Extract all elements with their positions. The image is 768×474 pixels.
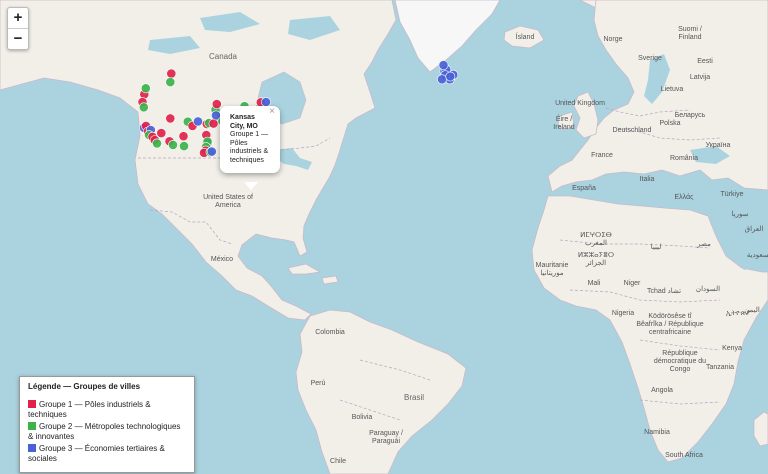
legend-item-group-3: Groupe 3 — Économies tertiaires & social… [28,444,186,464]
label-mauritanie: Mauritanie موريتانيا [535,262,569,277]
label-maroc: ⵍⵎⵖⵔⵉⴱ المغرب [580,232,612,247]
city-marker-group-3[interactable] [445,71,456,82]
label-niger: Niger [623,280,641,287]
city-marker-group-1[interactable] [156,128,167,138]
label-canada: Canada [208,52,238,61]
city-marker-group-1[interactable] [165,113,176,124]
label-espana: España [572,185,596,192]
label-nigeria: Nigeria [611,310,635,317]
label-saudi: السعودية [746,252,768,259]
label-ellas: Ελλάς [674,194,694,201]
label-turkiye: Türkiye [720,191,744,198]
label-tchad: Tchad تشاد [646,288,682,295]
label-angola: Angola [651,387,673,394]
zoom-control: + − [7,7,29,50]
city-marker-group-2[interactable] [165,77,176,87]
legend-swatch-group-1 [28,400,36,408]
city-marker-group-2[interactable] [168,139,178,150]
label-romania: România [669,155,699,162]
label-lietuva: Lietuva [660,86,684,93]
label-france: France [591,152,613,159]
label-brasil: Brasil [403,393,425,402]
city-marker-group-3[interactable] [193,116,203,127]
legend-swatch-group-2 [28,422,36,430]
city-marker-group-1[interactable] [178,131,189,142]
label-misr: مصر [697,241,711,248]
label-ireland: Éire / Ireland [553,116,575,131]
label-peru: Perú [310,380,326,387]
label-belarus: Беларусь [674,112,706,119]
marker-popup: × Kansas City, MO Groupe 1 — Pôles indus… [220,106,280,173]
city-marker-group-1[interactable] [208,118,219,129]
label-polska: Polska [659,120,681,127]
popup-tip [244,182,258,190]
label-chile: Chile [330,458,346,465]
city-marker-group-2[interactable] [138,102,149,113]
zoom-in-button[interactable]: + [8,8,28,28]
label-ukraina: Україна [705,142,731,149]
label-libya: ليبيا [650,244,662,251]
city-marker-group-1[interactable] [211,99,222,109]
label-mexico: México [210,256,234,263]
label-usa: United States of America [203,194,253,209]
popup-body: Groupe 1 — Pôles industriels & technique… [230,131,269,164]
city-marker-group-2[interactable] [152,138,162,149]
label-sudan: السودان [695,286,721,293]
city-marker-group-3[interactable] [437,74,447,85]
label-eesti: Eesti [697,58,713,65]
label-sverige: Sverige [638,55,662,62]
legend: Légende — Groupes de villes Groupe 1 — P… [19,376,195,473]
legend-title: Légende — Groupes de villes [28,382,141,391]
label-algerie: ⵍⵣⵣⴰⵢⴻⵔ الجزائر [577,252,615,267]
label-latvija: Latvija [689,74,711,81]
label-tanzania: Tanzania [705,364,735,371]
city-marker-group-3[interactable] [438,60,449,70]
legend-item-group-1: Groupe 1 — Pôles industriels & technique… [28,400,186,420]
city-marker-group-2[interactable] [179,141,189,151]
legend-label-group-1: Groupe 1 — Pôles industriels & technique… [28,400,151,419]
label-norge: Norge [603,36,623,43]
popup-title: Kansas City, MO [230,114,258,130]
legend-item-group-2: Groupe 2 — Métropoles technologiques & i… [28,422,186,442]
zoom-out-button[interactable]: − [8,28,28,49]
label-suomi: Suomi / Finland [678,26,702,41]
label-paraguay: Paraguay / Paraguái [369,430,403,445]
legend-swatch-group-3 [28,444,36,452]
label-mali: Mali [587,280,601,287]
label-namibia: Namibia [644,429,670,436]
label-italia: Italia [639,176,655,183]
legend-label-group-3: Groupe 3 — Économies tertiaires & social… [28,444,165,463]
label-rdc: République démocratique du Congo [653,350,707,373]
label-island: Ísland [515,34,535,41]
city-marker-group-3[interactable] [206,146,217,157]
label-kenya: Kenya [722,345,742,352]
label-yemen: اليمن [744,307,760,314]
label-uk: United Kingdom [555,100,605,107]
label-car: Ködörösêse tî Bêafrîka / République cent… [636,313,704,336]
label-suriya: سوريا [731,211,749,218]
label-iraq: العراق [744,226,764,233]
label-southafrica: South Africa [665,452,703,459]
popup-close-icon[interactable]: × [269,107,275,117]
city-marker-group-2[interactable] [140,83,151,94]
label-colombia: Colombia [315,329,345,336]
city-marker-group-1[interactable] [166,68,177,79]
label-bolivia: Bolivia [351,414,373,421]
label-deutschland: Deutschland [612,127,652,134]
legend-label-group-2: Groupe 2 — Métropoles technologiques & i… [28,422,181,441]
